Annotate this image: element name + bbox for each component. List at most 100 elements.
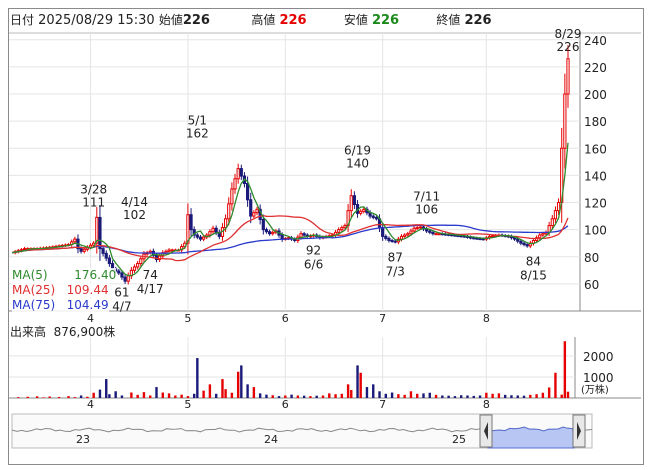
volume-bar: [192, 393, 196, 398]
volume-bar: [224, 389, 227, 398]
volume-x-month-label: 8: [483, 398, 490, 411]
volume-label: 出来高: [10, 325, 47, 339]
candle-body: [512, 237, 517, 240]
price-y-tick-label: 60: [584, 278, 599, 292]
annotation-date-label: 4/17: [137, 282, 164, 296]
candle-body: [198, 236, 203, 240]
annotation-date-label: 4/14: [121, 195, 148, 209]
volume-bar: [246, 384, 249, 398]
candle-body: [245, 183, 250, 201]
price-x-month-label: 8: [483, 312, 490, 325]
annotation-value-label: 162: [186, 127, 209, 141]
volume-bar: [155, 387, 158, 398]
volume-bar: [566, 391, 570, 398]
volume-bar: [397, 394, 400, 398]
candle-body: [82, 248, 86, 252]
volume-bar: [434, 394, 438, 398]
candle-body: [352, 195, 356, 206]
candle-body: [431, 231, 435, 235]
annotation-value-label: 226: [557, 40, 580, 54]
volume-bar: [441, 395, 444, 398]
volume-bar: [35, 396, 39, 398]
price-x-month-label: 6: [282, 312, 289, 325]
candle-body: [337, 229, 341, 233]
volume-bar: [120, 395, 124, 398]
volume-bar: [547, 387, 551, 398]
ma75-label: MA(75): [12, 298, 56, 312]
candle-body: [136, 263, 140, 268]
volume-bar: [26, 396, 29, 398]
chart-canvas: 60801001201401601802002202403/28111 4/141…: [9, 27, 641, 449]
volume-bar: [466, 395, 469, 398]
annotation-date-label: 8/15: [520, 268, 547, 282]
volume-x-month-label: 7: [379, 398, 386, 411]
volume-bar: [510, 395, 513, 398]
annotation-date-label: 7/3: [386, 264, 405, 278]
volume-bar: [541, 392, 545, 398]
volume-bar: [560, 394, 563, 398]
overview-selected-area: [487, 426, 575, 449]
candle-body: [120, 272, 124, 278]
candle-body: [267, 231, 272, 235]
ma25-legend: MA(25) 109.44: [12, 283, 109, 297]
volume-bar: [554, 372, 557, 398]
volume-bar: [478, 395, 482, 398]
ma5-legend: MA(5) 176.40: [12, 268, 117, 282]
annotation-date-label: 7/11: [413, 189, 440, 203]
volume-bar: [236, 371, 240, 398]
volume-bar: [230, 392, 234, 398]
ma75-legend: MA(75) 104.49: [12, 298, 109, 312]
volume-bar: [240, 365, 243, 398]
candle-body: [381, 227, 385, 237]
candle-body: [107, 257, 111, 265]
candle-body: [214, 227, 218, 233]
volume-bar: [202, 390, 205, 398]
volume-bar: [503, 394, 507, 398]
annotation-date-label: 5/1: [188, 114, 207, 128]
candle-body: [437, 233, 441, 236]
overview-year-label: 25: [452, 433, 466, 446]
volume-bar: [563, 341, 567, 398]
candle-body: [556, 202, 561, 212]
volume-bar: [472, 395, 475, 398]
volume-bar: [309, 396, 312, 398]
candle-body: [126, 275, 130, 282]
volume-bar: [350, 390, 353, 398]
overview-left-handle[interactable]: [479, 414, 493, 448]
candle-body: [264, 229, 269, 233]
overview-right-handle[interactable]: [572, 414, 586, 448]
candle-body: [553, 210, 558, 220]
volume-bar: [67, 396, 70, 398]
volume-bar: [447, 395, 450, 398]
price-y-tick-label: 240: [584, 34, 607, 48]
candle-body: [195, 234, 199, 238]
candle-body: [522, 242, 526, 246]
candle-body: [227, 203, 231, 220]
candle-body: [359, 210, 363, 214]
candle-body: [349, 195, 353, 212]
volume-bar: [57, 396, 61, 398]
candle-body: [123, 276, 127, 282]
volume-bar: [221, 379, 224, 398]
volume-x-month-label: 4: [87, 398, 94, 411]
overview-year-label: 23: [76, 433, 90, 446]
candle-body: [170, 249, 174, 252]
volume-bar: [365, 387, 369, 398]
volume-y-tick-label: 1000: [583, 371, 614, 385]
candle-body: [428, 230, 432, 233]
candle-body: [73, 238, 77, 243]
volume-header: 出来高 876,900株: [10, 323, 115, 340]
candle-body: [95, 216, 99, 244]
annotation-value-label: 61: [114, 286, 129, 300]
volume-bar: [174, 395, 177, 398]
volume-bar: [136, 394, 139, 398]
volume-bar: [428, 392, 431, 398]
volume-bar: [522, 395, 526, 398]
candle-body: [132, 266, 137, 271]
candle-body: [340, 227, 344, 231]
candle-body: [167, 249, 171, 252]
candle-body: [399, 235, 404, 240]
volume-bar: [105, 379, 108, 398]
annotation-date-label: 3/28: [80, 183, 107, 197]
candle-body: [271, 231, 275, 235]
